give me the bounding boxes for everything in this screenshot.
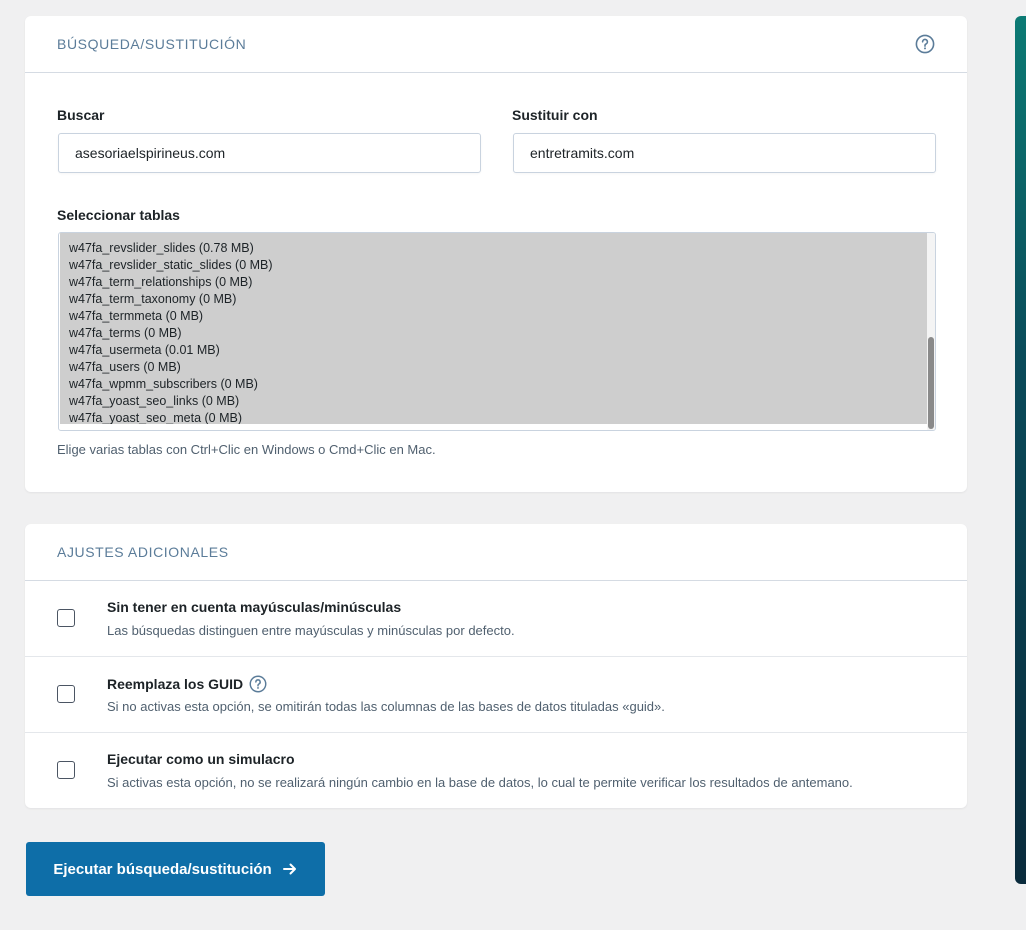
run-search-replace-button[interactable]: Ejecutar búsqueda/sustitución bbox=[26, 842, 325, 896]
tables-list: w47fa_revslider_slides (0.78 MB) w47fa_re… bbox=[60, 233, 928, 424]
table-option[interactable]: w47fa_wpmm_subscribers (0 MB) bbox=[60, 376, 928, 393]
setting-description: Si activas esta opción, no se realizará … bbox=[107, 775, 853, 790]
search-replace-panel: BÚSQUEDA/SUSTITUCIÓN Buscar Sustituir co… bbox=[25, 16, 967, 492]
side-panel-edge bbox=[1015, 16, 1026, 884]
additional-settings-title: AJUSTES ADICIONALES bbox=[57, 544, 229, 560]
table-option[interactable]: w47fa_revslider_slides (0.78 MB) bbox=[60, 240, 928, 257]
tables-scrollbar-thumb[interactable] bbox=[928, 337, 934, 429]
setting-description: Si no activas esta opción, se omitirán t… bbox=[107, 699, 665, 714]
table-option[interactable]: w47fa_terms (0 MB) bbox=[60, 325, 928, 342]
arrow-right-icon bbox=[282, 861, 298, 877]
table-option[interactable]: w47fa_revslider_static_slides (0 MB) bbox=[60, 257, 928, 274]
dry-run-checkbox[interactable] bbox=[57, 761, 75, 779]
question-circle-icon[interactable] bbox=[915, 34, 935, 54]
search-label: Buscar bbox=[57, 107, 105, 123]
setting-title-text: Reemplaza los GUID bbox=[107, 676, 244, 692]
setting-title: Ejecutar como un simulacro bbox=[107, 751, 295, 767]
table-option[interactable]: w47fa_yoast_seo_links (0 MB) bbox=[60, 393, 928, 410]
tables-multiselect[interactable]: w47fa_revslider_slides (0.78 MB) w47fa_re… bbox=[58, 232, 936, 431]
replace-input[interactable] bbox=[513, 133, 936, 173]
table-option[interactable]: w47fa_yoast_seo_meta (0 MB) bbox=[60, 410, 928, 424]
additional-settings-panel: AJUSTES ADICIONALES Sin tener en cuenta … bbox=[25, 524, 967, 808]
case-insensitive-checkbox[interactable] bbox=[57, 609, 75, 627]
select-tables-label: Seleccionar tablas bbox=[57, 207, 180, 223]
replace-guids-checkbox[interactable] bbox=[57, 685, 75, 703]
replace-label: Sustituir con bbox=[512, 107, 598, 123]
table-option[interactable]: w47fa_termmeta (0 MB) bbox=[60, 308, 928, 325]
table-option-partial[interactable] bbox=[60, 233, 928, 240]
table-option[interactable]: w47fa_term_relationships (0 MB) bbox=[60, 274, 928, 291]
table-option[interactable]: w47fa_term_taxonomy (0 MB) bbox=[60, 291, 928, 308]
additional-settings-header: AJUSTES ADICIONALES bbox=[25, 524, 967, 581]
question-circle-icon[interactable] bbox=[249, 675, 267, 693]
setting-row-case-insensitive: Sin tener en cuenta mayúsculas/minúscula… bbox=[25, 581, 967, 657]
setting-row-replace-guids: Reemplaza los GUID Si no activas esta op… bbox=[25, 657, 967, 733]
setting-description: Las búsquedas distinguen entre mayúscula… bbox=[107, 623, 515, 638]
setting-title: Sin tener en cuenta mayúsculas/minúscula… bbox=[107, 599, 402, 615]
search-input[interactable] bbox=[58, 133, 481, 173]
tables-hint: Elige varias tablas con Ctrl+Clic en Win… bbox=[57, 442, 436, 457]
search-replace-header: BÚSQUEDA/SUSTITUCIÓN bbox=[25, 16, 967, 73]
table-option[interactable]: w47fa_users (0 MB) bbox=[60, 359, 928, 376]
run-button-label: Ejecutar búsqueda/sustitución bbox=[53, 860, 272, 878]
table-option[interactable]: w47fa_usermeta (0.01 MB) bbox=[60, 342, 928, 359]
setting-row-dry-run: Ejecutar como un simulacro Si activas es… bbox=[25, 733, 967, 809]
search-replace-title: BÚSQUEDA/SUSTITUCIÓN bbox=[57, 36, 247, 52]
setting-title-guid: Reemplaza los GUID bbox=[107, 675, 267, 693]
